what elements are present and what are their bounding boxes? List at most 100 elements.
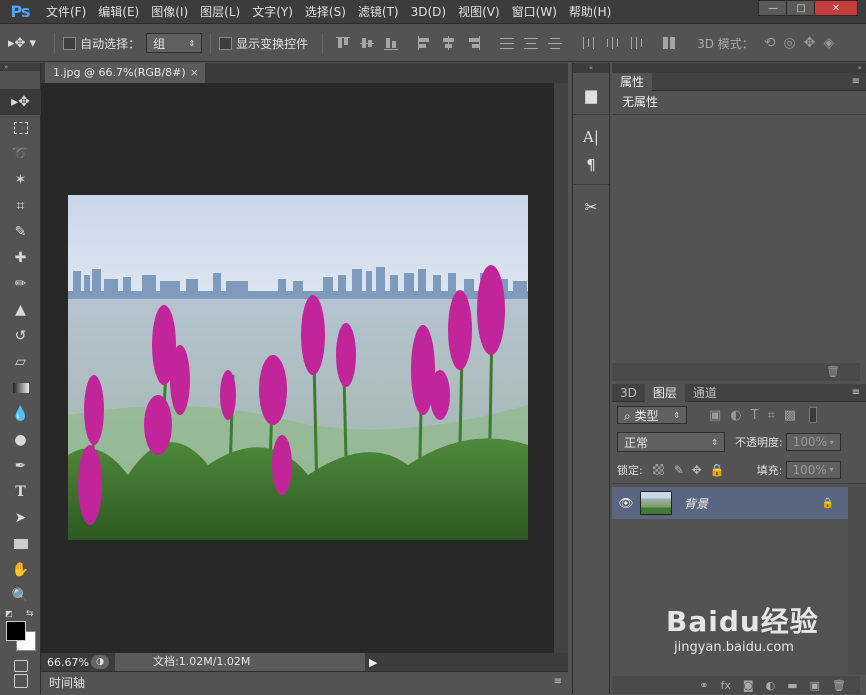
menu-item[interactable]: 图层(L) xyxy=(194,0,246,24)
history-brush-tool-icon[interactable]: ↺ xyxy=(0,323,41,349)
tab-layers-2[interactable]: 通道 xyxy=(685,384,725,402)
opacity-input[interactable]: 100% ▾ xyxy=(785,433,841,451)
collapse-dock-icon[interactable]: « xyxy=(573,63,609,73)
path-selection-tool-icon[interactable]: ➤ xyxy=(0,505,41,531)
zoom-tool-icon[interactable]: 🔍 xyxy=(0,583,41,609)
menu-item[interactable]: 文字(Y) xyxy=(246,0,299,24)
rotate-3d-icon[interactable]: ⟲ xyxy=(764,35,776,51)
panel-menu-icon[interactable]: ≡ xyxy=(852,76,860,87)
rectangle-tool-icon[interactable] xyxy=(0,531,41,557)
menu-item[interactable]: 帮助(H) xyxy=(563,0,617,24)
align-top-icon[interactable] xyxy=(334,35,352,51)
maximize-button[interactable]: □ xyxy=(786,0,816,16)
slide-3d-icon[interactable]: ◈ xyxy=(824,35,835,51)
menu-item[interactable]: 滤镜(T) xyxy=(352,0,405,24)
document-tab[interactable]: 1.jpg @ 66.7%(RGB/8#) × xyxy=(45,63,205,83)
default-colors-icon[interactable]: ◩ xyxy=(5,609,13,618)
auto-select-dropdown[interactable]: 组 ⇕ xyxy=(146,33,203,53)
timeline-icon[interactable] xyxy=(14,674,28,688)
minimize-button[interactable]: — xyxy=(758,0,788,16)
eyedropper-tool-icon[interactable]: ✎ xyxy=(0,219,41,245)
align-bottom-icon[interactable] xyxy=(382,35,400,51)
layer-filter-dropdown[interactable]: ⌕ 类型 ⇕ xyxy=(617,406,687,424)
layer-row-background[interactable]: 👁 背景 🔒 xyxy=(612,487,848,519)
type-tool-icon[interactable]: T xyxy=(0,479,41,505)
menu-item[interactable]: 文件(F) xyxy=(40,0,92,24)
character-panel-icon[interactable]: A| xyxy=(573,123,609,151)
distribute-bottom-icon[interactable] xyxy=(546,35,564,51)
distribute-top-icon[interactable] xyxy=(498,35,516,51)
layers-scrollbar[interactable] xyxy=(848,487,866,675)
link-layers-icon[interactable]: ⚭ xyxy=(699,679,708,692)
timeline-tab[interactable]: 时间轴 xyxy=(41,672,91,695)
fill-input[interactable]: 100% ▾ xyxy=(785,460,841,479)
collapse-toolbar-icon[interactable]: » xyxy=(0,63,40,71)
tab-layers-1[interactable]: 图层 xyxy=(644,383,685,402)
filter-type-icons[interactable]: ▣◐T⌗▩ xyxy=(709,408,805,423)
distribute-left-icon[interactable] xyxy=(580,35,598,51)
status-info-icon[interactable]: ◑ xyxy=(91,655,109,669)
panel-menu-icon[interactable]: ≡ xyxy=(554,676,562,687)
auto-align-icon[interactable] xyxy=(660,35,678,51)
trash-icon[interactable]: 🗑 xyxy=(826,365,840,378)
close-button[interactable]: ✕ xyxy=(814,0,858,16)
tool-preset-icon[interactable]: ▸✥ ▾ xyxy=(8,36,36,51)
align-hcenter-icon[interactable] xyxy=(440,35,458,51)
new-group-icon[interactable]: ▬ xyxy=(787,679,797,692)
layer-style-icon[interactable]: fx xyxy=(721,679,731,692)
blend-mode-dropdown[interactable]: 正常 ⇕ xyxy=(617,432,725,452)
lock-transparency-icon[interactable] xyxy=(652,464,664,475)
swap-colors-icon[interactable]: ⇆ xyxy=(26,609,34,619)
close-tab-icon[interactable]: × xyxy=(190,63,199,83)
adjustment-layer-icon[interactable]: ◐ xyxy=(766,679,776,692)
lock-position-icon[interactable]: ✥ xyxy=(692,463,702,477)
paragraph-panel-icon[interactable]: ¶ xyxy=(573,151,609,179)
gradient-tool-icon[interactable] xyxy=(0,375,41,401)
move-tool-icon[interactable]: ▸✥ xyxy=(0,89,41,115)
menu-item[interactable]: 窗口(W) xyxy=(506,0,563,24)
dodge-tool-icon[interactable]: ● xyxy=(0,427,41,453)
lock-all-icon[interactable]: 🔒 xyxy=(710,463,725,477)
lock-paint-icon[interactable]: ✎ xyxy=(674,463,684,477)
distribute-hcenter-icon[interactable] xyxy=(604,35,622,51)
histogram-panel-icon[interactable]: ▆ xyxy=(573,81,609,109)
zoom-level[interactable]: 66.67% xyxy=(41,656,91,669)
pen-tool-icon[interactable]: ✒ xyxy=(0,453,41,479)
blur-tool-icon[interactable]: 💧 xyxy=(0,401,41,427)
add-mask-icon[interactable]: ◙ xyxy=(743,679,754,692)
brush-tool-icon[interactable]: ✏ xyxy=(0,271,41,297)
align-vcenter-icon[interactable] xyxy=(358,35,376,51)
clone-stamp-tool-icon[interactable]: ▲ xyxy=(0,297,41,323)
new-layer-icon[interactable]: ▣ xyxy=(810,679,820,692)
canvas-area[interactable] xyxy=(41,83,554,653)
crop-tool-icon[interactable]: ⌗ xyxy=(0,193,41,219)
hand-tool-icon[interactable]: ✋ xyxy=(0,557,41,583)
align-left-icon[interactable] xyxy=(416,35,434,51)
magic-wand-tool-icon[interactable]: ✶ xyxy=(0,167,41,193)
healing-brush-tool-icon[interactable]: ✚ xyxy=(0,245,41,271)
layer-name[interactable]: 背景 xyxy=(684,495,708,512)
tool-presets-icon[interactable]: ✂ xyxy=(573,193,609,221)
marquee-tool-icon[interactable] xyxy=(0,115,41,141)
menu-item[interactable]: 图像(I) xyxy=(145,0,194,24)
tab-layers-0[interactable]: 3D xyxy=(612,384,645,402)
vertical-scrollbar[interactable] xyxy=(554,83,568,653)
foreground-color-swatch[interactable] xyxy=(6,621,26,641)
lasso-tool-icon[interactable]: ➰ xyxy=(0,141,41,167)
menu-item[interactable]: 选择(S) xyxy=(299,0,352,24)
menu-item[interactable]: 编辑(E) xyxy=(92,0,145,24)
menu-item[interactable]: 视图(V) xyxy=(452,0,506,24)
tab-properties[interactable]: 属性 xyxy=(612,72,653,91)
collapse-panels-icon[interactable]: » xyxy=(612,63,866,73)
distribute-right-icon[interactable] xyxy=(628,35,646,51)
visibility-eye-icon[interactable]: 👁 xyxy=(612,496,640,510)
show-transform-checkbox[interactable] xyxy=(219,36,233,50)
menu-item[interactable]: 3D(D) xyxy=(405,0,452,24)
distribute-vcenter-icon[interactable] xyxy=(522,35,540,51)
pan-3d-icon[interactable]: ✥ xyxy=(804,35,816,51)
status-menu-arrow-icon[interactable]: ▶ xyxy=(369,656,377,669)
auto-select-checkbox[interactable] xyxy=(63,36,77,50)
delete-layer-icon[interactable]: 🗑 xyxy=(832,679,846,692)
eraser-tool-icon[interactable]: ▱ xyxy=(0,349,41,375)
panel-menu-icon[interactable]: ≡ xyxy=(852,387,860,398)
